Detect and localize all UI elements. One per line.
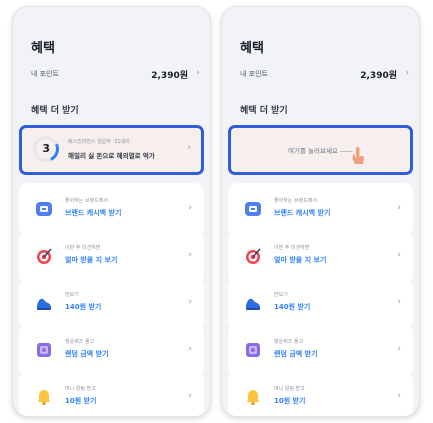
my-points-row[interactable]: 내 포인트 2,390원 › <box>240 68 409 82</box>
benefit-item-money-alert[interactable]: 머니 알림 받고 10원 받기 › <box>19 371 204 416</box>
target-icon <box>244 247 262 265</box>
highlighted-tap-here-card[interactable]: 여기를 눌러보세요 —— <box>228 125 413 175</box>
chevron-right-icon: › <box>397 344 401 354</box>
bell-icon <box>35 388 53 406</box>
benefit-item-brand-cashback[interactable]: 좋아하는 브랜드에서 브랜드 캐시백 받기 › <box>228 183 413 237</box>
phone-screen-before: 혜택 내 포인트 2,390원 › 혜택 더 받기 3 배스킨라빈스 일곱하 ·… <box>12 6 211 417</box>
benefit-item-pedometer[interactable]: 만보기 140원 받기 › <box>228 277 413 331</box>
benefit-title: 140원 받기 <box>274 303 311 311</box>
benefit-subtext: 행운퀴즈 풀고 <box>274 339 304 345</box>
benefit-title: 얼마 받을 지 보기 <box>65 256 118 264</box>
benefit-title: 랜덤 금액 받기 <box>65 350 109 358</box>
benefit-title: 브랜드 캐시백 받기 <box>274 209 331 217</box>
benefit-title: 140원 받기 <box>65 303 102 311</box>
chevron-right-icon: › <box>196 68 200 78</box>
section-title: 혜택 더 받기 <box>240 106 288 116</box>
page-title: 혜택 <box>240 41 264 56</box>
highlighted-benefit-card[interactable]: 3 배스킨라빈스 일곱하 ·31데이 해밀리 싫 돈으로 해외열로 먹가 › <box>19 125 204 175</box>
step-number: 3 <box>42 142 50 156</box>
benefit-subtext: 좋아하는 브랜드에서 <box>65 198 108 204</box>
benefit-subtext: 만보기 <box>274 292 288 298</box>
chevron-right-icon: › <box>397 297 401 307</box>
benefit-item-weekly-mission[interactable]: 이번 주 미션하면 얼마 받을 지 보기 › <box>228 230 413 284</box>
benefit-item-lucky-quiz[interactable]: 행운퀴즈 풀고 랜덤 금액 받기 › <box>228 324 413 378</box>
quiz-icon <box>244 341 262 359</box>
wallet-icon <box>244 200 262 218</box>
benefit-item-money-alert[interactable]: 머니 알림 받고 10원 받기 › <box>228 371 413 416</box>
pointing-hand-icon <box>351 146 365 166</box>
page-title: 혜택 <box>31 41 55 56</box>
quiz-icon <box>35 341 53 359</box>
chevron-right-icon: › <box>188 344 192 354</box>
tap-here-hint: 여기를 눌러보세요 —— <box>288 147 353 155</box>
benefit-item-lucky-quiz[interactable]: 행운퀴즈 풀고 랜덤 금액 받기 › <box>19 324 204 378</box>
wallet-icon <box>35 200 53 218</box>
benefit-item-weekly-mission[interactable]: 이번 주 미션하면 얼마 받을 지 보기 › <box>19 230 204 284</box>
chevron-right-icon: › <box>397 203 401 213</box>
benefit-title: 브랜드 캐시백 받기 <box>65 209 122 217</box>
points-label: 내 포인트 <box>31 70 59 78</box>
chevron-right-icon: › <box>188 391 192 401</box>
benefit-subtext: 이번 주 미션하면 <box>65 245 101 251</box>
benefit-subtext: 머니 알림 받고 <box>65 386 96 392</box>
chevron-right-icon: › <box>188 297 192 307</box>
benefit-subtext: 이번 주 미션하면 <box>274 245 310 251</box>
points-value: 2,390원 <box>151 71 188 81</box>
benefit-title: 해밀리 싫 돈으로 해외열로 먹가 <box>68 152 155 160</box>
benefit-title: 10원 받기 <box>65 397 97 405</box>
sneaker-icon <box>35 294 53 312</box>
benefit-subtext: 배스킨라빈스 일곱하 ·31데이 <box>68 139 130 145</box>
chevron-right-icon: › <box>187 143 191 153</box>
points-label: 내 포인트 <box>240 70 268 78</box>
benefit-subtext: 머니 알림 받고 <box>274 386 305 392</box>
sneaker-icon <box>244 294 262 312</box>
chevron-right-icon: › <box>188 250 192 260</box>
step-progress-icon: 3 <box>29 132 63 166</box>
target-icon <box>35 247 53 265</box>
bell-icon <box>244 388 262 406</box>
benefit-title: 10원 받기 <box>274 397 306 405</box>
chevron-right-icon: › <box>188 203 192 213</box>
benefit-title: 랜덤 금액 받기 <box>274 350 318 358</box>
benefit-item-brand-cashback[interactable]: 좋아하는 브랜드에서 브랜드 캐시백 받기 › <box>19 183 204 237</box>
phone-screen-after: 혜택 내 포인트 2,390원 › 혜택 더 받기 여기를 눌러보세요 —— 좋… <box>221 6 420 417</box>
benefit-title: 얼마 받을 지 보기 <box>274 256 327 264</box>
benefit-item-pedometer[interactable]: 만보기 140원 받기 › <box>19 277 204 331</box>
my-points-row[interactable]: 내 포인트 2,390원 › <box>31 68 200 82</box>
benefit-subtext: 행운퀴즈 풀고 <box>65 339 95 345</box>
chevron-right-icon: › <box>397 250 401 260</box>
benefit-subtext: 좋아하는 브랜드에서 <box>274 198 317 204</box>
chevron-right-icon: › <box>405 68 409 78</box>
chevron-right-icon: › <box>397 391 401 401</box>
points-value: 2,390원 <box>360 71 397 81</box>
benefit-subtext: 만보기 <box>65 292 79 298</box>
section-title: 혜택 더 받기 <box>31 106 79 116</box>
